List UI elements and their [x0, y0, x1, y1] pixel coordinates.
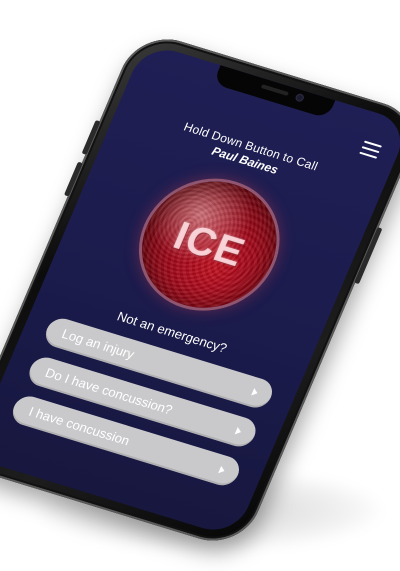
app-screen: Hold Down Button to Call Paul Baines ICE… [0, 42, 400, 538]
option-label: I have concussion [26, 403, 133, 449]
chevron-right-icon [251, 388, 260, 397]
phone-device: Hold Down Button to Call Paul Baines ICE… [0, 28, 400, 552]
call-instruction: Hold Down Button to Call [181, 119, 321, 174]
speaker-grille [260, 84, 290, 97]
hamburger-menu-icon[interactable] [359, 140, 382, 159]
chevron-right-icon [218, 465, 227, 475]
chevron-right-icon [234, 426, 243, 436]
front-camera [294, 92, 306, 103]
ice-call-button[interactable]: ICE [121, 165, 297, 324]
option-label: Log an injury [59, 326, 137, 362]
